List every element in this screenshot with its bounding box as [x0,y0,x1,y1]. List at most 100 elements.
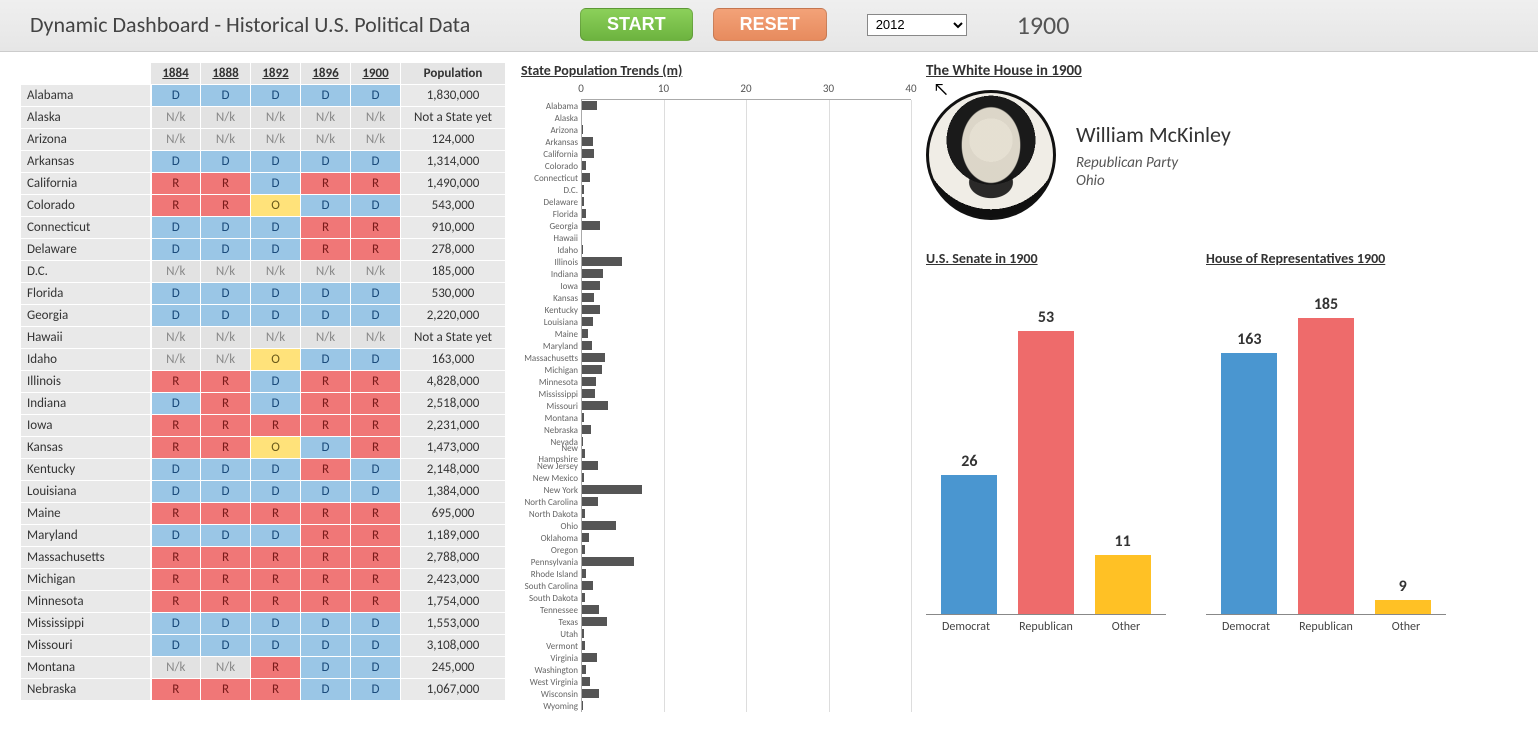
whitehouse-heading: The White House in 1900 [926,62,1466,80]
vote-cell: R [301,415,351,437]
population-cell: 278,000 [401,239,506,261]
pop-bar-label: New York [521,485,581,496]
vote-cell: N/k [151,327,201,349]
pop-bar [582,473,584,482]
pop-chart-title: State Population Trends (m) [521,62,911,79]
vote-cell: D [351,635,401,657]
pop-bar-row: Oklahoma [521,532,911,544]
population-header: Population [401,63,506,85]
vote-cell: N/k [301,261,351,283]
pop-bar-row: Wisconsin [521,688,911,700]
pop-bar-label: Indiana [521,269,581,280]
pop-bar-row: Rhode Island [521,568,911,580]
state-name: Mississippi [21,613,151,635]
vote-cell: R [351,525,401,547]
reset-button[interactable]: RESET [713,8,827,41]
pop-bar-label: Illinois [521,257,581,268]
population-cell: 3,108,000 [401,635,506,657]
pop-bar-row: Washington [521,664,911,676]
state-vote-table: 18841888189218961900Population AlabamaDD… [20,62,506,701]
state-name: Colorado [21,195,151,217]
year-select[interactable]: 2012 [867,14,967,36]
pop-bar-row: Alabama [521,100,911,112]
state-name: Connecticut [21,217,151,239]
population-cell: Not a State yet [401,327,506,349]
pop-chart-axis: 010203040 [581,82,911,100]
vote-cell: D [251,173,301,195]
vote-cell: D [351,283,401,305]
table-row: MichiganRRRRR2,423,000 [21,569,506,591]
pop-bar-label: Wisconsin [521,689,581,700]
pop-bar-row: Maine [521,328,911,340]
pop-bar-label: Utah [521,629,581,640]
pop-bar [582,161,586,170]
vote-cell: D [301,481,351,503]
vote-cell: R [251,679,301,701]
congress-bar: 185 [1298,295,1354,614]
president-name: William McKinley [1076,121,1231,148]
pop-bar [582,389,595,398]
bar-rect [1298,318,1354,614]
bar-category-label: Democrat [1218,620,1274,634]
state-name: California [21,173,151,195]
table-row: MarylandDDDRR1,189,000 [21,525,506,547]
pop-bar-row: Hawaii [521,232,911,244]
vote-cell: D [251,305,301,327]
pop-bar [582,221,600,230]
vote-cell: D [251,85,301,107]
vote-cell: D [251,481,301,503]
pop-chart-bars: AlabamaAlaskaArizonaArkansasCaliforniaCo… [521,100,911,712]
vote-cell: R [351,173,401,195]
vote-cell: N/k [351,107,401,129]
table-row: FloridaDDDDD530,000 [21,283,506,305]
vote-cell: R [351,547,401,569]
table-row: KentuckyDDDRD2,148,000 [21,459,506,481]
pop-bar-label: West Virginia [521,677,581,688]
vote-cell: N/k [151,107,201,129]
population-cell: 695,000 [401,503,506,525]
vote-cell: R [201,503,251,525]
vote-cell: D [301,283,351,305]
vote-cell: D [251,371,301,393]
president-portrait [926,90,1056,220]
house-chart: House of Representatives 1900 1631859 De… [1206,250,1446,634]
vote-cell: D [351,305,401,327]
vote-cell: N/k [151,261,201,283]
pop-bar-label: Pennsylvania [521,557,581,568]
table-row: D.C.N/kN/kN/kN/kN/k185,000 [21,261,506,283]
pop-bar-label: Oregon [521,545,581,556]
pop-bar-label: Florida [521,209,581,220]
pop-bar [582,185,584,194]
pop-bar [582,461,598,470]
vote-cell: D [251,283,301,305]
bar-value: 11 [1115,532,1131,551]
pop-bar-label: Oklahoma [521,533,581,544]
pop-bar-row: North Dakota [521,508,911,520]
president-party: Republican Party [1076,154,1231,172]
vote-cell: R [251,569,301,591]
year-header: 1900 [351,63,401,85]
pop-bar [582,629,584,638]
bar-rect [1221,353,1277,614]
vote-cell: D [151,459,201,481]
vote-cell: D [301,349,351,371]
pop-bar-row: Kansas [521,292,911,304]
pop-bar-label: Wyoming [521,701,581,712]
vote-cell: R [201,591,251,613]
start-button[interactable]: START [580,8,693,41]
whitehouse-block: William McKinley Republican Party Ohio [926,90,1466,220]
population-cell: 1,754,000 [401,591,506,613]
vote-cell: R [201,569,251,591]
vote-cell: R [151,195,201,217]
vote-cell: D [201,151,251,173]
pop-bar-label: California [521,149,581,160]
table-row: AlaskaN/kN/kN/kN/kN/kNot a State yet [21,107,506,129]
population-cell: 2,148,000 [401,459,506,481]
state-name: Illinois [21,371,151,393]
pop-bar-row: New Mexico [521,472,911,484]
population-cell: 2,788,000 [401,547,506,569]
vote-cell: R [151,547,201,569]
vote-cell: N/k [351,327,401,349]
vote-cell: D [301,85,351,107]
vote-cell: D [251,613,301,635]
